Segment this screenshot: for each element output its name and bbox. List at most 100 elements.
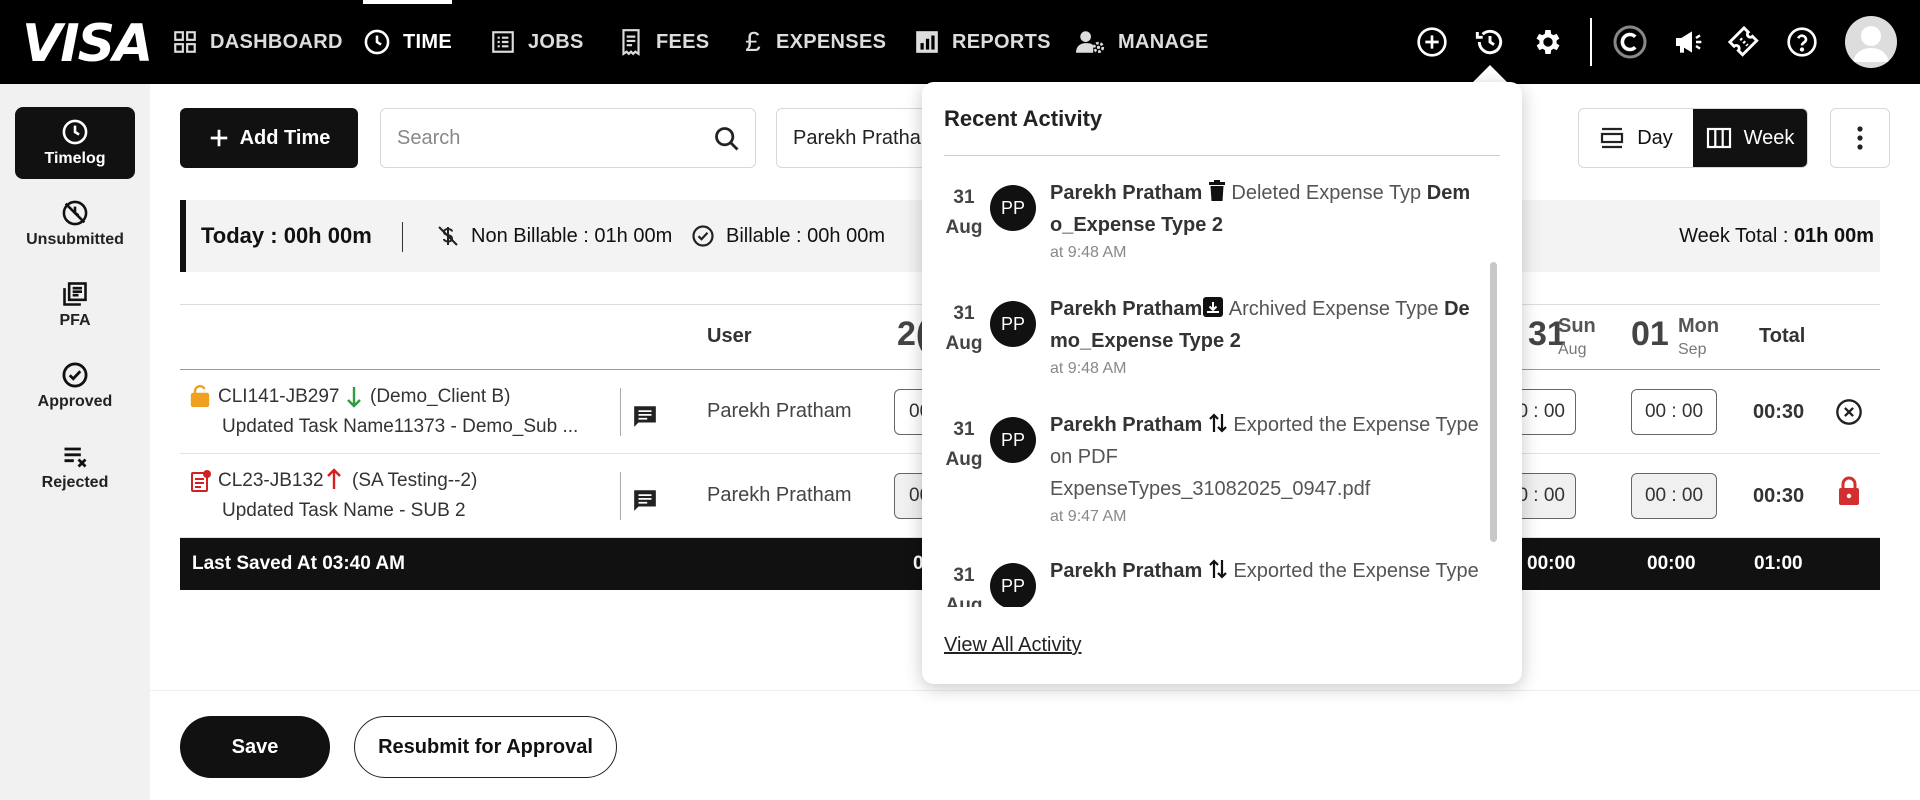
activity-date: 31 Aug (944, 561, 984, 607)
footer-grand-total: 01:00 (1754, 553, 1803, 574)
last-saved-text: Last Saved At 03:40 AM (192, 553, 405, 574)
row-user: Parekh Pratham (707, 484, 852, 506)
nav-manage[interactable]: MANAGE (1076, 0, 1209, 84)
summary-divider (402, 222, 403, 252)
col-user-header: User (707, 325, 752, 347)
activity-list[interactable]: 31 Aug PP Parekh Pratham Deleted Expense … (922, 177, 1522, 607)
job-code[interactable]: CL23-JB132 (218, 470, 324, 492)
unsubmitted-icon (62, 200, 88, 226)
row-user: Parekh Pratham (707, 400, 852, 422)
activity-avatar: PP (990, 185, 1036, 231)
search-icon[interactable] (713, 125, 741, 153)
col-mon-date: 01 (1631, 315, 1669, 353)
comment-icon[interactable] (632, 404, 658, 428)
trash-icon (1208, 180, 1225, 201)
sidebar-item-timelog[interactable]: Timelog (15, 107, 135, 179)
activity-detail: ExpenseTypes_31082025_0947.pdf (1050, 478, 1371, 500)
history-icon[interactable] (1472, 24, 1508, 60)
time-input-mon: 00 : 00 (1631, 473, 1717, 519)
row-divider (620, 388, 621, 436)
c-logo-icon[interactable] (1612, 24, 1648, 60)
week-total-value: 01h 00m (1793, 224, 1874, 247)
add-time-button[interactable]: Add Time (180, 108, 358, 168)
resubmit-button[interactable]: Resubmit for Approval (354, 716, 617, 778)
clock-icon (364, 29, 390, 55)
rejected-icon (64, 447, 87, 468)
nav-reports[interactable]: REPORTS (914, 0, 1051, 84)
nav-fees[interactable]: FEES (618, 0, 709, 84)
activity-action: Archived Expense Type (1228, 298, 1439, 320)
day-view-button[interactable]: Day (1579, 109, 1693, 167)
export-arrows-icon (1209, 559, 1227, 579)
more-options-button[interactable] (1830, 108, 1890, 168)
billable-total: Billable : 00h 00m (726, 224, 885, 247)
day-label: Day (1637, 126, 1673, 149)
col-mon-day: Mon (1678, 315, 1720, 337)
non-billable-icon (438, 226, 458, 246)
activity-avatar: PP (990, 563, 1036, 607)
search-input[interactable] (381, 109, 701, 167)
activity-action: Exported the Expense Type (1233, 560, 1479, 582)
nav-label: JOBS (528, 30, 584, 53)
ticket-icon[interactable] (1726, 24, 1762, 60)
activity-date: 31 Aug (944, 415, 984, 475)
footer-sun-total: 00:00 (1527, 553, 1576, 574)
nav-jobs[interactable]: JOBS (490, 0, 584, 84)
add-time-label: Add Time (239, 126, 331, 149)
task-name: Updated Task Name - SUB 2 (222, 500, 466, 521)
locked-icon (1839, 476, 1859, 505)
sidebar-item-approved[interactable]: Approved (15, 350, 135, 422)
arrow-down-icon (347, 387, 361, 408)
week-view-icon (1706, 127, 1731, 149)
job-code[interactable]: CLI141-JB297 (218, 386, 339, 408)
user-gear-icon (1076, 31, 1105, 53)
activity-day: 31 (953, 565, 975, 586)
footer-mon-total: 00:00 (1647, 553, 1696, 574)
time-value: 00 : 00 (1517, 485, 1565, 506)
activity-user: Parekh Pratham (1050, 560, 1203, 582)
time-input-mon[interactable]: 00 : 00 (1631, 389, 1717, 435)
sidebar-item-unsubmitted[interactable]: Unsubmitted (15, 188, 135, 260)
save-button[interactable]: Save (180, 716, 330, 778)
time-value: 00 : 00 (1644, 401, 1704, 422)
toolbar-divider (1590, 18, 1592, 66)
comment-icon[interactable] (632, 488, 658, 512)
brand-logo[interactable]: VISA (22, 14, 153, 74)
non-billable-total: Non Billable : 01h 00m (471, 224, 673, 247)
help-icon[interactable] (1784, 24, 1820, 60)
remove-row-icon[interactable] (1835, 398, 1863, 426)
view-all-activity-link[interactable]: View All Activity (944, 634, 1081, 657)
activity-scrollbar[interactable] (1490, 262, 1497, 542)
nav-label: MANAGE (1118, 30, 1209, 53)
activity-body: Parekh Pratham Archived Expense Type Dem… (1050, 293, 1480, 381)
nav-label: DASHBOARD (210, 30, 343, 53)
activity-user: Parekh Pratham (1050, 182, 1203, 204)
export-arrows-icon (1209, 413, 1227, 433)
activity-avatar: PP (990, 417, 1036, 463)
pound-icon: £ (745, 26, 761, 57)
activity-time: at 9:47 AM (1050, 508, 1127, 525)
recent-activity-popover: Recent Activity 31 Aug PP Parekh Pratham … (922, 82, 1522, 684)
user-avatar[interactable] (1845, 16, 1897, 68)
activity-time: at 9:48 AM (1050, 244, 1127, 261)
activity-body: Parekh Pratham Deleted Expense Typ Demo_… (1050, 177, 1480, 265)
add-circle-icon[interactable] (1414, 24, 1450, 60)
row-total: 00:30 (1753, 485, 1805, 507)
nav-dashboard[interactable]: DASHBOARD (172, 0, 343, 84)
sidebar-item-rejected[interactable]: Rejected (15, 431, 135, 503)
week-view-button[interactable]: Week (1693, 109, 1807, 167)
sidebar-item-label: Timelog (44, 150, 106, 167)
week-label: Week (1743, 126, 1795, 149)
megaphone-icon[interactable] (1670, 24, 1706, 60)
view-toggle: Day Week (1578, 108, 1808, 168)
grid-icon (174, 31, 196, 53)
left-sidebar: Timelog Unsubmitted PFA Approved Rejecte… (0, 84, 150, 800)
unlocked-icon (190, 385, 210, 407)
nav-time[interactable]: TIME (363, 0, 452, 84)
popover-title: Recent Activity (944, 106, 1103, 131)
time-value: 00 : 00 (1644, 485, 1704, 506)
sidebar-item-pfa[interactable]: PFA (15, 269, 135, 341)
settings-gear-icon[interactable] (1530, 24, 1566, 60)
nav-expenses[interactable]: £ EXPENSES (742, 0, 886, 84)
nav-label: EXPENSES (776, 30, 887, 53)
